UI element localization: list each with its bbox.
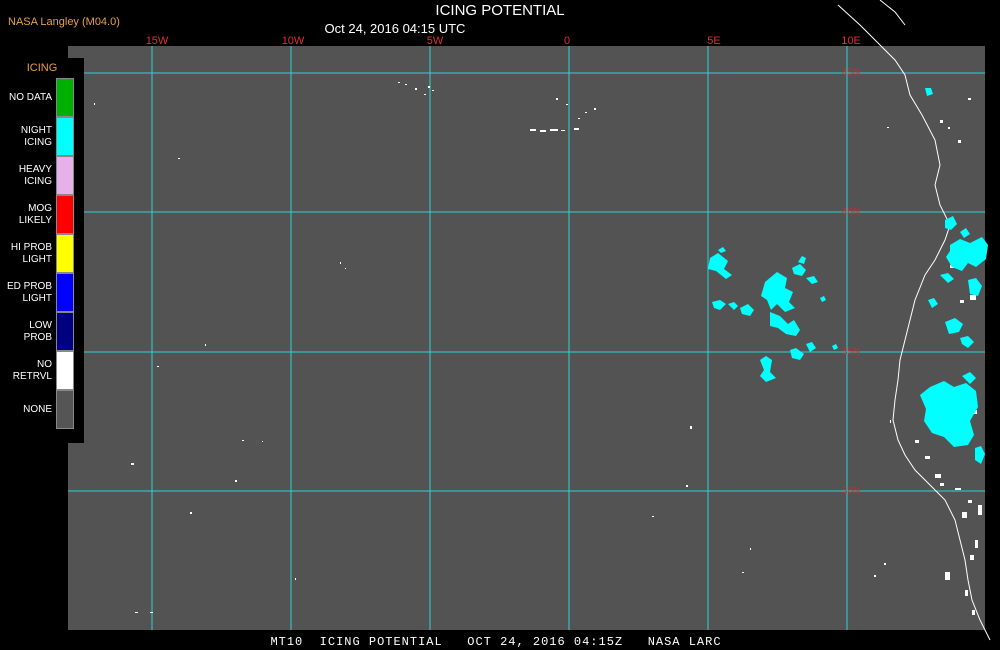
legend-swatch (56, 390, 74, 429)
lon-label-10e: 10E (841, 35, 861, 47)
legend-label: HEAVY ICING (18, 163, 52, 187)
lon-label-15w: 15W (145, 35, 169, 47)
legend-swatch (56, 351, 74, 390)
coastline (837, 4, 991, 641)
night-icing-areas (708, 88, 988, 464)
legend-label: HI PROB LIGHT (10, 241, 52, 265)
legend-label: LOW PROB (23, 319, 52, 343)
legend-swatch (56, 195, 74, 234)
legend-swatch (56, 273, 74, 312)
lon-label-5w: 5W (426, 35, 444, 47)
legend-swatch (56, 117, 74, 156)
legend-label: NIGHT ICING (20, 124, 52, 148)
lat-label-40n: 40N (841, 206, 861, 218)
legend-label: NONE (23, 403, 52, 415)
lat-label-30n: 30N (841, 485, 861, 497)
legend-label: MOG LIKELY (18, 202, 52, 226)
footer-caption: MT10 ICING POTENTIAL OCT 24, 2016 04:15Z… (270, 635, 722, 649)
legend-label: NO DATA (9, 91, 52, 103)
legend-title: ICING (26, 62, 58, 74)
lon-label-0: 0 (563, 35, 571, 47)
lat-label-45n: 45N (841, 67, 861, 79)
map-overlay (68, 0, 991, 641)
legend-swatch (56, 156, 74, 195)
legend-swatch (56, 234, 74, 273)
legend-label: ED PROB LIGHT (6, 280, 52, 304)
lat-label-35n: 35N (841, 346, 861, 358)
legend-swatch (56, 312, 74, 351)
lon-label-5e: 5E (707, 35, 721, 47)
lon-label-10w: 10W (281, 35, 305, 47)
legend-swatch (56, 78, 74, 117)
coastline-north (879, 0, 906, 26)
legend-label: NO RETRVL (12, 358, 52, 382)
